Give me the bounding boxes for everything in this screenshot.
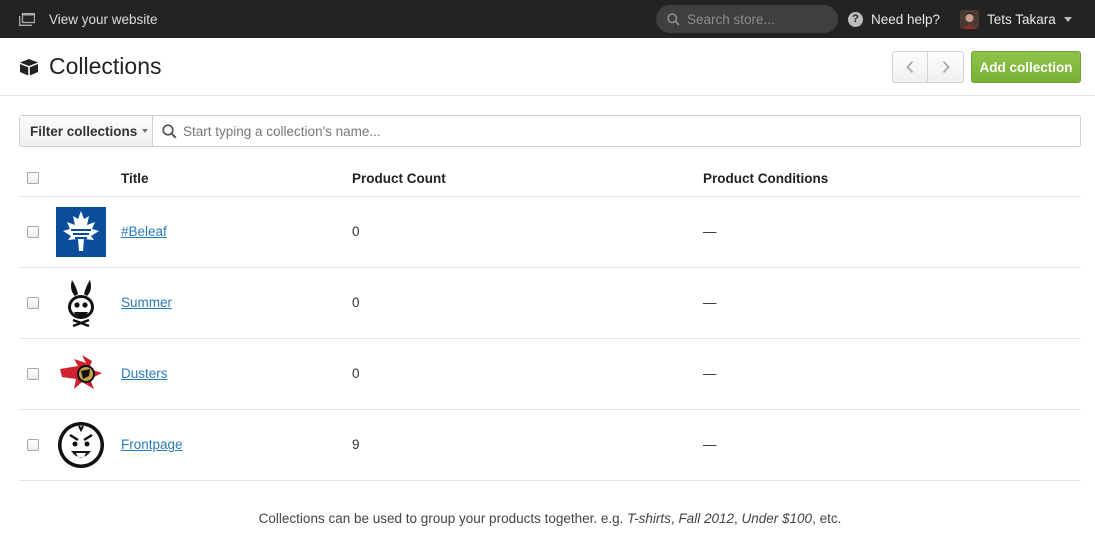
need-help-label: Need help? <box>871 11 941 27</box>
product-count: 0 <box>352 295 360 310</box>
previous-button[interactable] <box>892 51 928 83</box>
pager <box>892 51 964 83</box>
help-icon: ? <box>848 11 863 27</box>
footnote-suffix: , etc. <box>812 511 842 526</box>
column-product-count: Product Count <box>352 171 446 186</box>
filter-bar: Filter collections <box>19 115 1081 147</box>
collection-search[interactable] <box>153 116 1080 146</box>
product-count: 9 <box>352 437 360 452</box>
collection-search-input[interactable] <box>183 123 983 139</box>
product-conditions: — <box>703 295 717 310</box>
page-header: Collections Add collection <box>0 38 1095 96</box>
chevron-down-icon <box>1063 16 1072 22</box>
filter-collections-button[interactable]: Filter collections <box>20 116 153 146</box>
collection-link[interactable]: Dusters <box>121 366 168 381</box>
chevron-left-icon <box>906 60 914 74</box>
column-product-conditions: Product Conditions <box>703 171 829 186</box>
table-row: Summer 0 — <box>19 268 1081 339</box>
avatar <box>960 9 979 29</box>
store-search-input[interactable] <box>687 11 827 27</box>
table-row: Dusters 0 — <box>19 339 1081 410</box>
box-icon <box>20 58 38 75</box>
maple-leaf-logo <box>56 207 106 257</box>
product-conditions: — <box>703 224 717 239</box>
product-conditions: — <box>703 437 717 452</box>
page-title: Collections <box>19 53 162 80</box>
row-checkbox[interactable] <box>27 368 39 380</box>
row-checkbox[interactable] <box>27 297 39 309</box>
product-count: 0 <box>352 224 360 239</box>
table-row: Frontpage 9 — <box>19 410 1081 481</box>
column-title: Title <box>121 171 149 186</box>
filter-collections-label: Filter collections <box>30 123 138 139</box>
search-icon <box>667 12 680 26</box>
round-face-logo <box>56 420 106 470</box>
page-title-text: Collections <box>49 53 162 79</box>
search-icon <box>162 123 177 139</box>
bunny-face-logo <box>56 278 106 328</box>
collection-link[interactable]: Summer <box>121 295 172 310</box>
row-checkbox[interactable] <box>27 226 39 238</box>
collections-table: Title Product Count Product Conditions #… <box>19 160 1081 481</box>
add-collection-button[interactable]: Add collection <box>971 51 1081 83</box>
select-all-checkbox[interactable] <box>27 172 39 184</box>
store-search[interactable] <box>656 5 838 33</box>
chevron-right-icon <box>942 60 950 74</box>
help-footnote: Collections can be used to group your pr… <box>0 511 1095 526</box>
view-website-link[interactable]: View your website <box>19 12 158 27</box>
collection-link[interactable]: #Beleaf <box>121 224 167 239</box>
product-conditions: — <box>703 366 717 381</box>
table-row: #Beleaf 0 — <box>19 197 1081 268</box>
top-bar: View your website ? Need help? Tets Taka… <box>0 0 1095 38</box>
collection-link[interactable]: Frontpage <box>121 437 183 452</box>
view-website-label: View your website <box>49 11 158 27</box>
footnote-example: T-shirts <box>627 511 671 526</box>
user-name: Tets Takara <box>987 11 1056 27</box>
user-menu[interactable]: Tets Takara <box>960 0 1072 38</box>
footnote-example: Under $100 <box>741 511 813 526</box>
footnote-separator: , <box>733 511 742 526</box>
footnote-example: Fall 2012 <box>678 511 734 526</box>
product-count: 0 <box>352 366 360 381</box>
next-button[interactable] <box>928 51 964 83</box>
window-icon <box>19 12 35 26</box>
chevron-down-icon <box>142 129 149 133</box>
senator-logo <box>56 349 106 399</box>
row-checkbox[interactable] <box>27 439 39 451</box>
footnote-text: Collections can be used to group your pr… <box>258 511 628 526</box>
table-header: Title Product Count Product Conditions <box>19 160 1081 197</box>
need-help-link[interactable]: ? Need help? <box>848 0 940 38</box>
